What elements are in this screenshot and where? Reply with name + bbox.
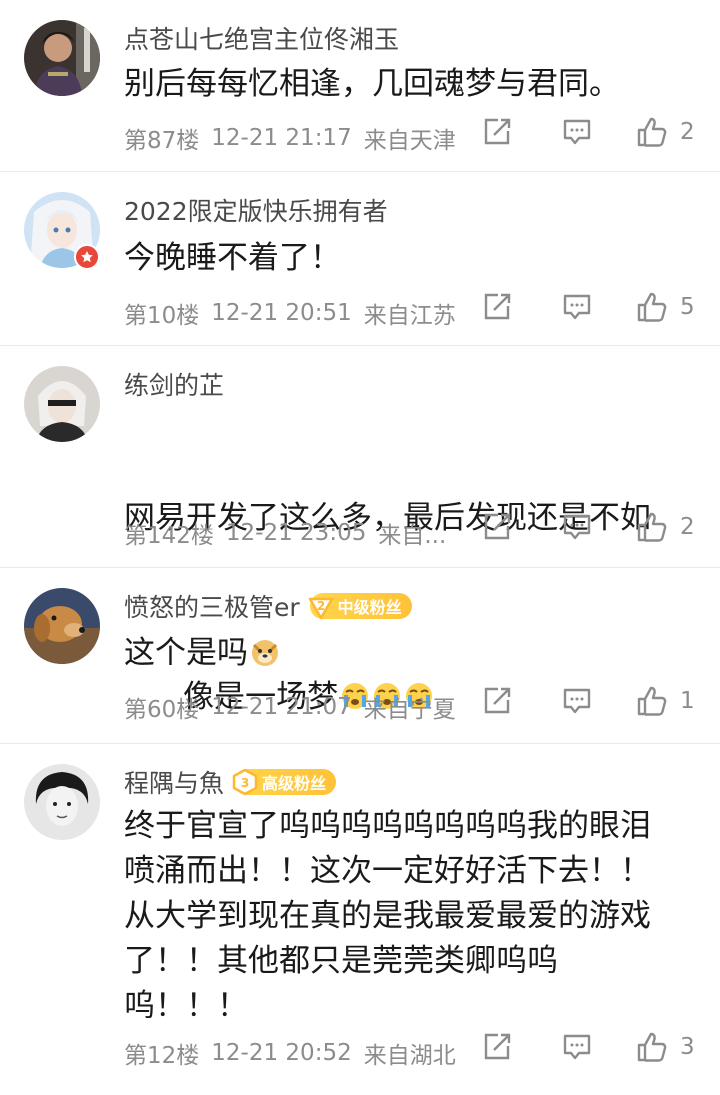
like-count: 5	[680, 294, 695, 320]
share-button[interactable]	[482, 292, 512, 322]
comment-icon	[563, 294, 591, 320]
comment-icon	[563, 688, 591, 714]
post-time: 12-21 20:51	[211, 300, 352, 326]
user-avatar[interactable]	[24, 366, 100, 442]
comment-text: 别后每每忆相逢，几回魂梦与君同。	[124, 66, 620, 102]
comment-icon	[563, 514, 591, 540]
share-button[interactable]	[482, 512, 512, 542]
location: 来自...	[378, 523, 447, 549]
share-button[interactable]	[482, 686, 512, 716]
username[interactable]: 程隅与魚	[124, 764, 224, 800]
user-avatar[interactable]	[24, 764, 100, 840]
post-time: 12-21 21:07	[211, 694, 352, 720]
floor-number: 第10楼	[124, 303, 200, 329]
floor-number: 第12楼	[124, 1043, 200, 1069]
verified-badge	[74, 244, 100, 270]
floor-number: 第142楼	[124, 523, 214, 549]
like-button[interactable]: 1	[636, 685, 696, 717]
fan-level-icon: 3	[230, 767, 260, 797]
avatar-woman-icon	[24, 20, 100, 96]
reply-button[interactable]	[562, 686, 592, 716]
location: 来自湖北	[363, 1043, 456, 1069]
reply-button[interactable]	[562, 1032, 592, 1062]
fan-level-number: 2	[316, 599, 324, 613]
share-icon	[484, 513, 511, 540]
comment-item: 程隅与魚 3 高级粉丝 终于官宣了呜呜呜呜呜呜呜呜我的眼泪喷涌而出！！这次一定好…	[0, 744, 720, 1095]
share-button[interactable]	[482, 1032, 512, 1062]
comment-text: 今晚睡不着了！	[124, 240, 341, 276]
username[interactable]: 愤怒的三极管er	[124, 588, 300, 624]
share-button[interactable]	[482, 117, 512, 147]
share-icon	[484, 687, 511, 714]
location: 来自天津	[363, 128, 456, 154]
like-count: 3	[680, 1034, 695, 1060]
username[interactable]: 2022限定版快乐拥有者	[124, 192, 388, 228]
avatar-bw-portrait-icon	[24, 764, 100, 840]
like-count: 2	[680, 119, 695, 145]
username[interactable]: 点苍山七绝宫主位佟湘玉	[124, 20, 399, 56]
fan-level-badge: 2 中级粉丝	[308, 593, 412, 620]
comment-item: 点苍山七绝宫主位佟湘玉 别后每每忆相逢，几回魂梦与君同。 第87楼 12-21 …	[0, 0, 720, 172]
post-time: 12-21 23:05	[225, 520, 367, 546]
thumbs-up-icon	[637, 117, 667, 147]
fan-level-badge: 3 高级粉丝	[232, 768, 337, 796]
share-icon	[484, 118, 511, 145]
post-time: 12-21 20:52	[211, 1040, 352, 1066]
username[interactable]: 练剑的芷	[124, 366, 224, 402]
thumbs-up-icon	[637, 686, 667, 716]
like-count: 2	[680, 514, 695, 540]
comment-item: 练剑的芷 网易开发了这么多，最后发现还是不如 这个是吗 第142楼 12-21 …	[0, 346, 720, 671]
comment-icon	[563, 119, 591, 145]
avatar-dog-icon	[24, 588, 100, 664]
share-icon	[484, 1033, 511, 1060]
fan-level-label: 高级粉丝	[262, 774, 327, 793]
avatar-white-hair-icon	[24, 366, 100, 442]
comment-list: 点苍山七绝宫主位佟湘玉 别后每每忆相逢，几回魂梦与君同。 第87楼 12-21 …	[0, 0, 720, 1095]
location: 来自宁夏	[363, 697, 456, 723]
floor-number: 第60楼	[124, 697, 200, 723]
thumbs-up-icon	[637, 292, 667, 322]
like-count: 1	[680, 688, 695, 714]
comment-item: 2022限定版快乐拥有者 今晚睡不着了！ 第10楼 12-21 20:51 来自…	[0, 172, 720, 346]
user-avatar[interactable]	[24, 588, 100, 664]
thumbs-up-icon	[637, 512, 667, 542]
floor-number: 第87楼	[124, 128, 200, 154]
like-button[interactable]: 2	[636, 116, 696, 148]
thumbs-up-icon	[637, 1032, 667, 1062]
reply-button[interactable]	[562, 292, 592, 322]
share-icon	[484, 293, 511, 320]
like-button[interactable]: 3	[636, 1031, 696, 1063]
post-time: 12-21 21:17	[211, 125, 352, 151]
like-button[interactable]: 5	[636, 291, 696, 323]
comment-text: 终于官宣了呜呜呜呜呜呜呜呜我的眼泪喷涌而出！！这次一定好好活下去！！从大学到现在…	[124, 808, 651, 1024]
user-avatar[interactable]	[24, 20, 100, 96]
fan-level-label: 中级粉丝	[337, 598, 402, 617]
red-star-badge-icon	[81, 251, 93, 263]
fan-level-icon: 2	[306, 591, 336, 621]
reply-button[interactable]	[562, 117, 592, 147]
comment-icon	[563, 1034, 591, 1060]
comment-item: 愤怒的三极管er 2 中级粉丝 像是一场梦 第60楼 12-21 21:07 来…	[0, 568, 720, 744]
fan-level-number: 3	[241, 776, 249, 790]
location: 来自江苏	[363, 303, 456, 329]
reply-button[interactable]	[562, 512, 592, 542]
like-button[interactable]: 2	[636, 511, 696, 543]
